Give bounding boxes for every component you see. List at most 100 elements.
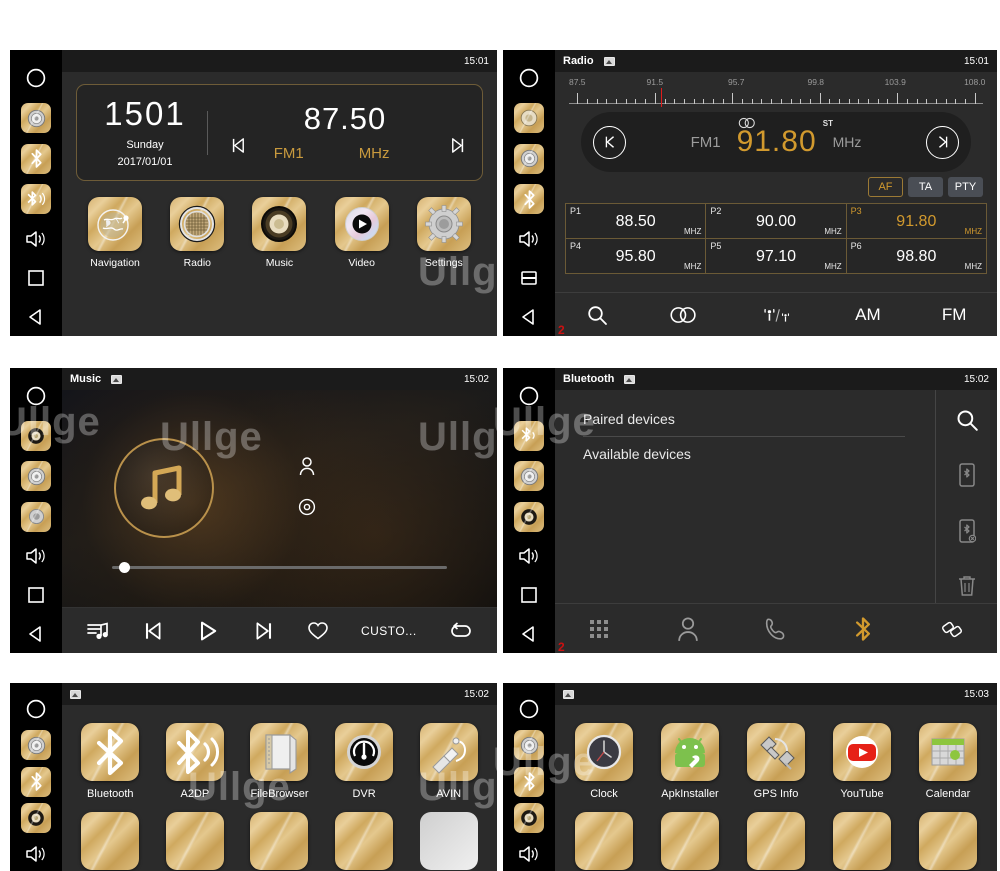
sidebar-item-home[interactable] [504,692,554,727]
music-previous-button[interactable] [142,620,164,642]
home-app-navigation[interactable]: Navigation [82,197,148,269]
app-gps-info[interactable]: GPS Info [735,723,817,800]
app-next-row[interactable] [649,812,731,870]
app-next-row[interactable] [408,812,490,870]
tuning-needle[interactable] [660,88,663,107]
sidebar-item-recents[interactable] [11,576,61,615]
sidebar-item-back[interactable] [11,297,61,336]
music-custom-eq-button[interactable]: CUSTO... [361,624,417,638]
app-next-row[interactable] [821,812,903,870]
sidebar-item-a2dp[interactable] [504,416,554,457]
sidebar-item-home[interactable] [11,377,61,416]
sidebar-item-radio[interactable] [504,727,554,764]
music-progress-bar[interactable] [112,562,447,573]
bluetooth-paired-devices[interactable]: Paired devices [583,402,905,437]
music-favorite-button[interactable] [307,621,329,641]
sidebar-item-music[interactable] [504,497,554,538]
bluetooth-contacts-button[interactable] [676,616,700,642]
radio-seek-down-button[interactable] [593,125,626,159]
sidebar-item-settings[interactable] [11,497,61,538]
radio-stereo-button[interactable] [669,306,699,324]
sidebar-item-music[interactable] [504,800,554,837]
sidebar-item-a2dp[interactable] [11,179,61,220]
sidebar-item-volume[interactable] [504,220,554,259]
app-a2dp[interactable]: A2DP [154,723,236,800]
bluetooth-music-button[interactable] [939,616,965,642]
sidebar-item-volume[interactable] [504,836,554,871]
preset-p3[interactable]: P3 91.80 MHZ [846,204,986,238]
sidebar-item-home[interactable] [11,692,61,727]
music-playlist-button[interactable] [86,620,110,642]
app-next-row[interactable] [563,812,645,870]
music-repeat-button[interactable] [449,620,473,642]
sidebar-item-back[interactable] [11,614,61,653]
bluetooth-call-button[interactable] [764,616,788,642]
bluetooth-available-devices[interactable]: Available devices [583,437,935,471]
radio-tuning-scale[interactable]: 87.5 91.5 95.7 99.8 103.9 108.0 [555,72,997,107]
app-youtube[interactable]: YouTube [821,723,903,800]
radio-fm-button[interactable]: FM [942,305,967,325]
sidebar-item-music[interactable] [11,800,61,837]
home-app-video[interactable]: Video [329,197,395,269]
app-bluetooth[interactable]: Bluetooth [69,723,151,800]
sidebar-item-music[interactable] [504,98,554,139]
sidebar-item-music[interactable] [11,416,61,457]
bluetooth-pair-device-button[interactable] [958,462,976,488]
sidebar-item-volume[interactable] [504,537,554,576]
sidebar-item-bluetooth[interactable] [11,763,61,800]
bluetooth-search-button[interactable] [955,408,979,432]
app-dvr[interactable]: DVR [323,723,405,800]
preset-p6[interactable]: P6 98.80 MHZ [846,239,986,273]
rds-pty-button[interactable]: PTY [948,177,983,197]
sidebar-item-recents[interactable] [504,258,554,297]
sidebar-item-recents[interactable] [11,258,61,297]
music-progress-thumb[interactable] [118,562,130,573]
rds-ta-button[interactable]: TA [908,177,943,197]
sidebar-item-volume[interactable] [11,220,61,259]
radio-scan-button[interactable] [586,304,608,326]
app-clock[interactable]: Clock [563,723,645,800]
app-calendar[interactable]: Calendar [907,723,989,800]
sidebar-item-recents[interactable] [504,576,554,615]
bluetooth-dialpad-button[interactable] [587,617,611,641]
radio-loc-dx-button[interactable] [760,304,794,326]
app-apkinstaller[interactable]: ApkInstaller [649,723,731,800]
sidebar-item-home[interactable] [11,59,61,98]
sidebar-item-radio[interactable] [11,727,61,764]
radio-seek-up-button[interactable] [926,125,959,159]
sidebar-item-radio[interactable] [504,138,554,179]
sidebar-item-bluetooth[interactable] [504,179,554,220]
sidebar-item-bluetooth[interactable] [11,138,61,179]
rds-af-button[interactable]: AF [868,177,903,197]
app-avin[interactable]: AVIN [408,723,490,800]
sidebar-item-home[interactable] [504,377,554,416]
music-next-button[interactable] [253,620,275,642]
sidebar-item-volume[interactable] [11,537,61,576]
app-next-row[interactable] [735,812,817,870]
sidebar-item-radio[interactable] [11,98,61,139]
app-next-row[interactable] [69,812,151,870]
app-filebrowser[interactable]: FileBrowser [238,723,320,800]
sidebar-item-home[interactable] [504,59,554,98]
home-prev-station-button[interactable] [230,137,247,154]
home-app-music[interactable]: Music [246,197,312,269]
app-next-row[interactable] [323,812,405,870]
sidebar-item-bluetooth[interactable] [504,763,554,800]
music-play-button[interactable] [196,619,220,643]
home-info-panel[interactable]: 1501 Sunday 2017/01/01 87.50 FM1 MHz [76,84,483,181]
preset-p2[interactable]: P2 90.00 MHZ [706,204,846,238]
app-next-row[interactable] [238,812,320,870]
preset-p1[interactable]: P1 88.50 MHZ [566,204,706,238]
home-app-radio[interactable]: Radio [164,197,230,269]
preset-p4[interactable]: P4 95.80 MHZ [566,239,706,273]
preset-p5[interactable]: P5 97.10 MHZ [706,239,846,273]
app-next-row[interactable] [907,812,989,870]
app-next-row[interactable] [154,812,236,870]
sidebar-item-back[interactable] [504,297,554,336]
home-app-settings[interactable]: Settings [411,197,477,269]
bluetooth-toggle-button[interactable] [852,615,874,643]
sidebar-item-volume[interactable] [11,836,61,871]
sidebar-item-radio[interactable] [504,456,554,497]
bluetooth-delete-button[interactable] [956,574,978,598]
home-next-station-button[interactable] [449,137,466,154]
